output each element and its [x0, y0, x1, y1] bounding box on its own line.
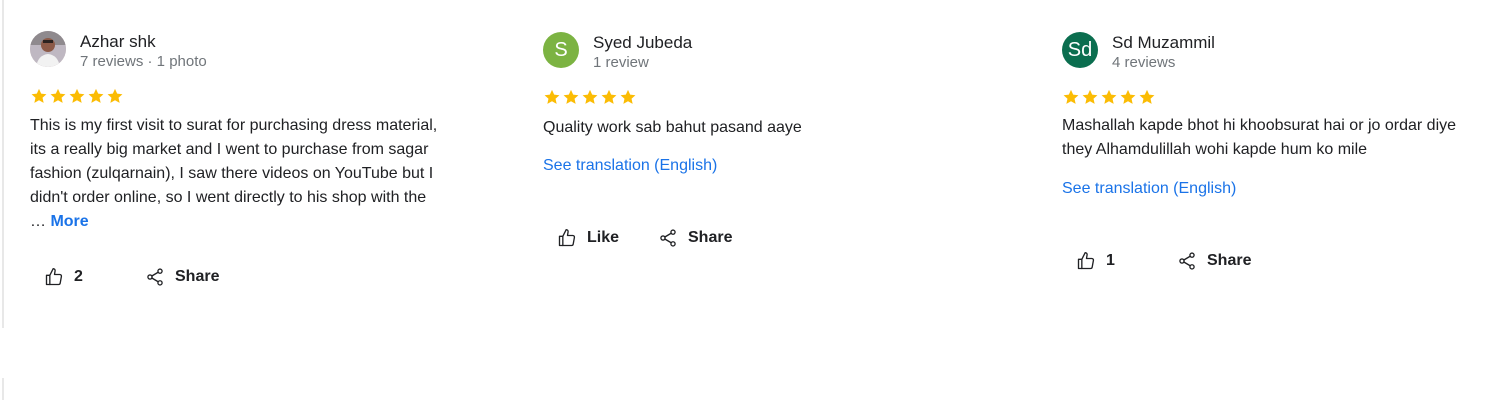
star-icon	[69, 88, 85, 103]
thumbs-up-icon	[1077, 252, 1095, 270]
share-button[interactable]: Share	[658, 228, 732, 248]
share-label: Share	[1207, 252, 1252, 269]
avatar[interactable]: S	[543, 32, 579, 68]
review-text: Mashallah kapde bhot hi khoobsurat hai o…	[1062, 117, 1457, 158]
reviewer-name[interactable]: Syed Jubeda	[593, 33, 692, 53]
share-icon	[147, 268, 163, 286]
thumbs-up-icon	[558, 229, 576, 247]
star-icon	[1101, 89, 1117, 104]
avatar[interactable]	[30, 31, 66, 67]
review-card-3: Sd Sd Muzammil 4 reviews Mashallah kapde…	[1062, 32, 1492, 282]
like-label: Like	[587, 229, 620, 246]
star-icon	[563, 89, 579, 104]
review-body: This is my first visit to surat for purc…	[30, 117, 438, 230]
share-button[interactable]: Share	[1177, 251, 1251, 271]
star-icon	[107, 88, 123, 103]
like-button[interactable]: 1	[1076, 251, 1115, 271]
star-icon	[544, 89, 560, 104]
star-icon	[88, 88, 104, 103]
reviewer-name[interactable]: Sd Muzammil	[1112, 33, 1215, 53]
share-label: Share	[175, 268, 220, 285]
like-button[interactable]: Like	[557, 228, 619, 248]
star-icon	[601, 89, 617, 104]
review-card-2: S Syed Jubeda 1 review Quality work sab …	[543, 32, 1003, 262]
share-button[interactable]: Share	[145, 267, 219, 287]
left-divider-lower	[2, 378, 4, 400]
share-icon	[1179, 252, 1195, 270]
star-icon	[582, 89, 598, 104]
share-icon	[660, 229, 676, 247]
left-divider	[2, 0, 4, 328]
star-icon	[1139, 89, 1155, 104]
reviewer-name[interactable]: Azhar shk	[80, 32, 156, 52]
share-label: Share	[688, 229, 733, 246]
like-button[interactable]: 2	[44, 267, 83, 287]
star-icon	[620, 89, 636, 104]
see-translation-link[interactable]: See translation (English)	[1062, 180, 1236, 198]
avatar[interactable]: Sd	[1062, 32, 1098, 68]
like-count: 2	[74, 268, 83, 285]
star-rating	[1062, 88, 1157, 106]
star-icon	[1120, 89, 1136, 104]
see-translation-link[interactable]: See translation (English)	[543, 157, 717, 175]
thumbs-up-icon	[45, 268, 63, 286]
more-link[interactable]: More	[50, 213, 88, 230]
reviewer-meta: 4 reviews	[1112, 54, 1176, 71]
reviewer-meta: 7 reviews · 1 photo	[80, 53, 207, 70]
star-icon	[1082, 89, 1098, 104]
review-card-1: Azhar shk 7 reviews · 1 photo This is my…	[30, 31, 490, 301]
like-count: 1	[1106, 252, 1115, 269]
star-icon	[50, 88, 66, 103]
profile-photo-icon	[30, 31, 66, 67]
star-rating	[30, 87, 125, 105]
star-icon	[1063, 89, 1079, 104]
review-text: This is my first visit to surat for purc…	[30, 114, 440, 234]
review-text: Quality work sab bahut pasand aaye	[543, 119, 802, 136]
reviewer-meta: 1 review	[593, 54, 649, 71]
star-rating	[543, 88, 638, 106]
star-icon	[31, 88, 47, 103]
